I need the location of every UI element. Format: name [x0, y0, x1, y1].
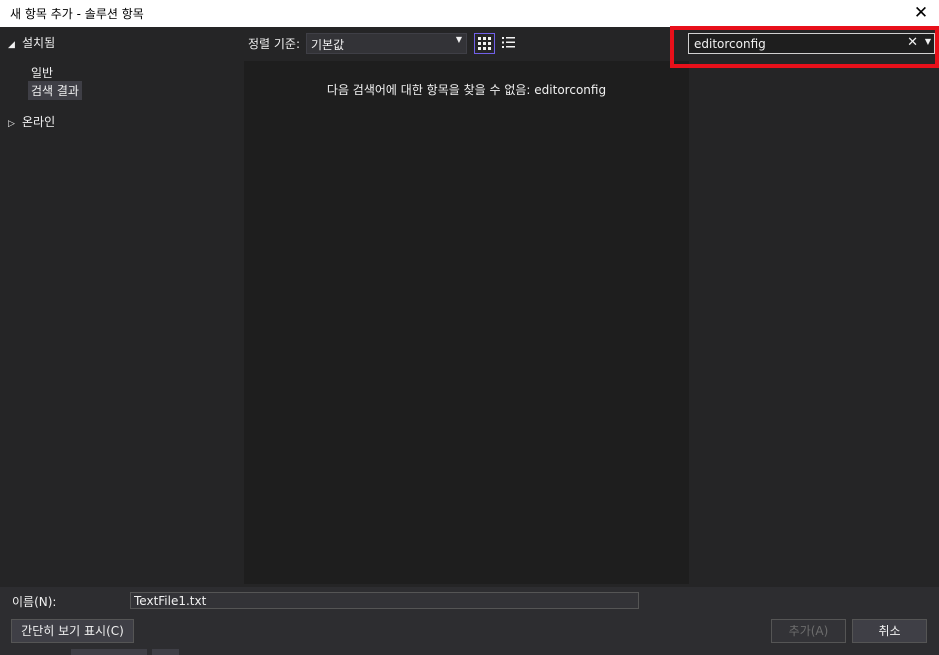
tree-node-online-label: 온라인 [22, 115, 56, 129]
category-tree [0, 27, 244, 587]
cancel-button[interactable]: 취소 [852, 619, 927, 643]
list-view-icon [502, 37, 515, 48]
search-box[interactable]: ✕ ▼ [688, 33, 935, 54]
collapsed-triangle-icon[interactable]: ▷ [8, 119, 22, 129]
expanded-triangle-icon[interactable]: ◢ [8, 40, 22, 50]
add-button[interactable]: 추가(A) [771, 619, 846, 643]
sort-value: 기본값 [311, 38, 345, 52]
chevron-down-icon: ▼ [455, 35, 462, 44]
clear-icon[interactable]: ✕ [907, 35, 918, 50]
search-dropdown-icon[interactable]: ▼ [925, 37, 931, 46]
grid-view-button[interactable] [474, 33, 495, 54]
title-bar: 새 항목 추가 - 솔루션 항목 ✕ [0, 0, 939, 27]
scroll-strip-2 [152, 649, 179, 655]
search-input[interactable] [694, 35, 894, 52]
results-pane: 다음 검색어에 대한 항목을 찾을 수 없음: editorconfig [244, 61, 689, 584]
grid-view-icon [478, 37, 491, 50]
tree-node-online[interactable]: ▷ 온라인 [8, 113, 55, 130]
scroll-strip [71, 649, 147, 655]
sort-label: 정렬 기준: [248, 37, 301, 51]
list-view-button[interactable] [498, 33, 519, 54]
close-icon[interactable]: ✕ [909, 2, 933, 24]
tree-node-installed-label: 설치됨 [22, 36, 56, 50]
tree-item-general[interactable]: 일반 [28, 63, 56, 82]
name-label: 이름(N): [12, 595, 57, 609]
window-title: 새 항목 추가 - 솔루션 항목 [10, 7, 144, 21]
no-results-message: 다음 검색어에 대한 항목을 찾을 수 없음: editorconfig [326, 83, 607, 97]
details-pane [689, 61, 939, 587]
tree-node-installed[interactable]: ◢ 설치됨 [8, 34, 55, 51]
compact-view-button[interactable]: 간단히 보기 표시(C) [11, 619, 134, 643]
tree-item-search-results[interactable]: 검색 결과 [28, 81, 82, 100]
name-input[interactable] [130, 592, 639, 609]
sort-dropdown[interactable]: 기본값 ▼ [306, 33, 467, 54]
